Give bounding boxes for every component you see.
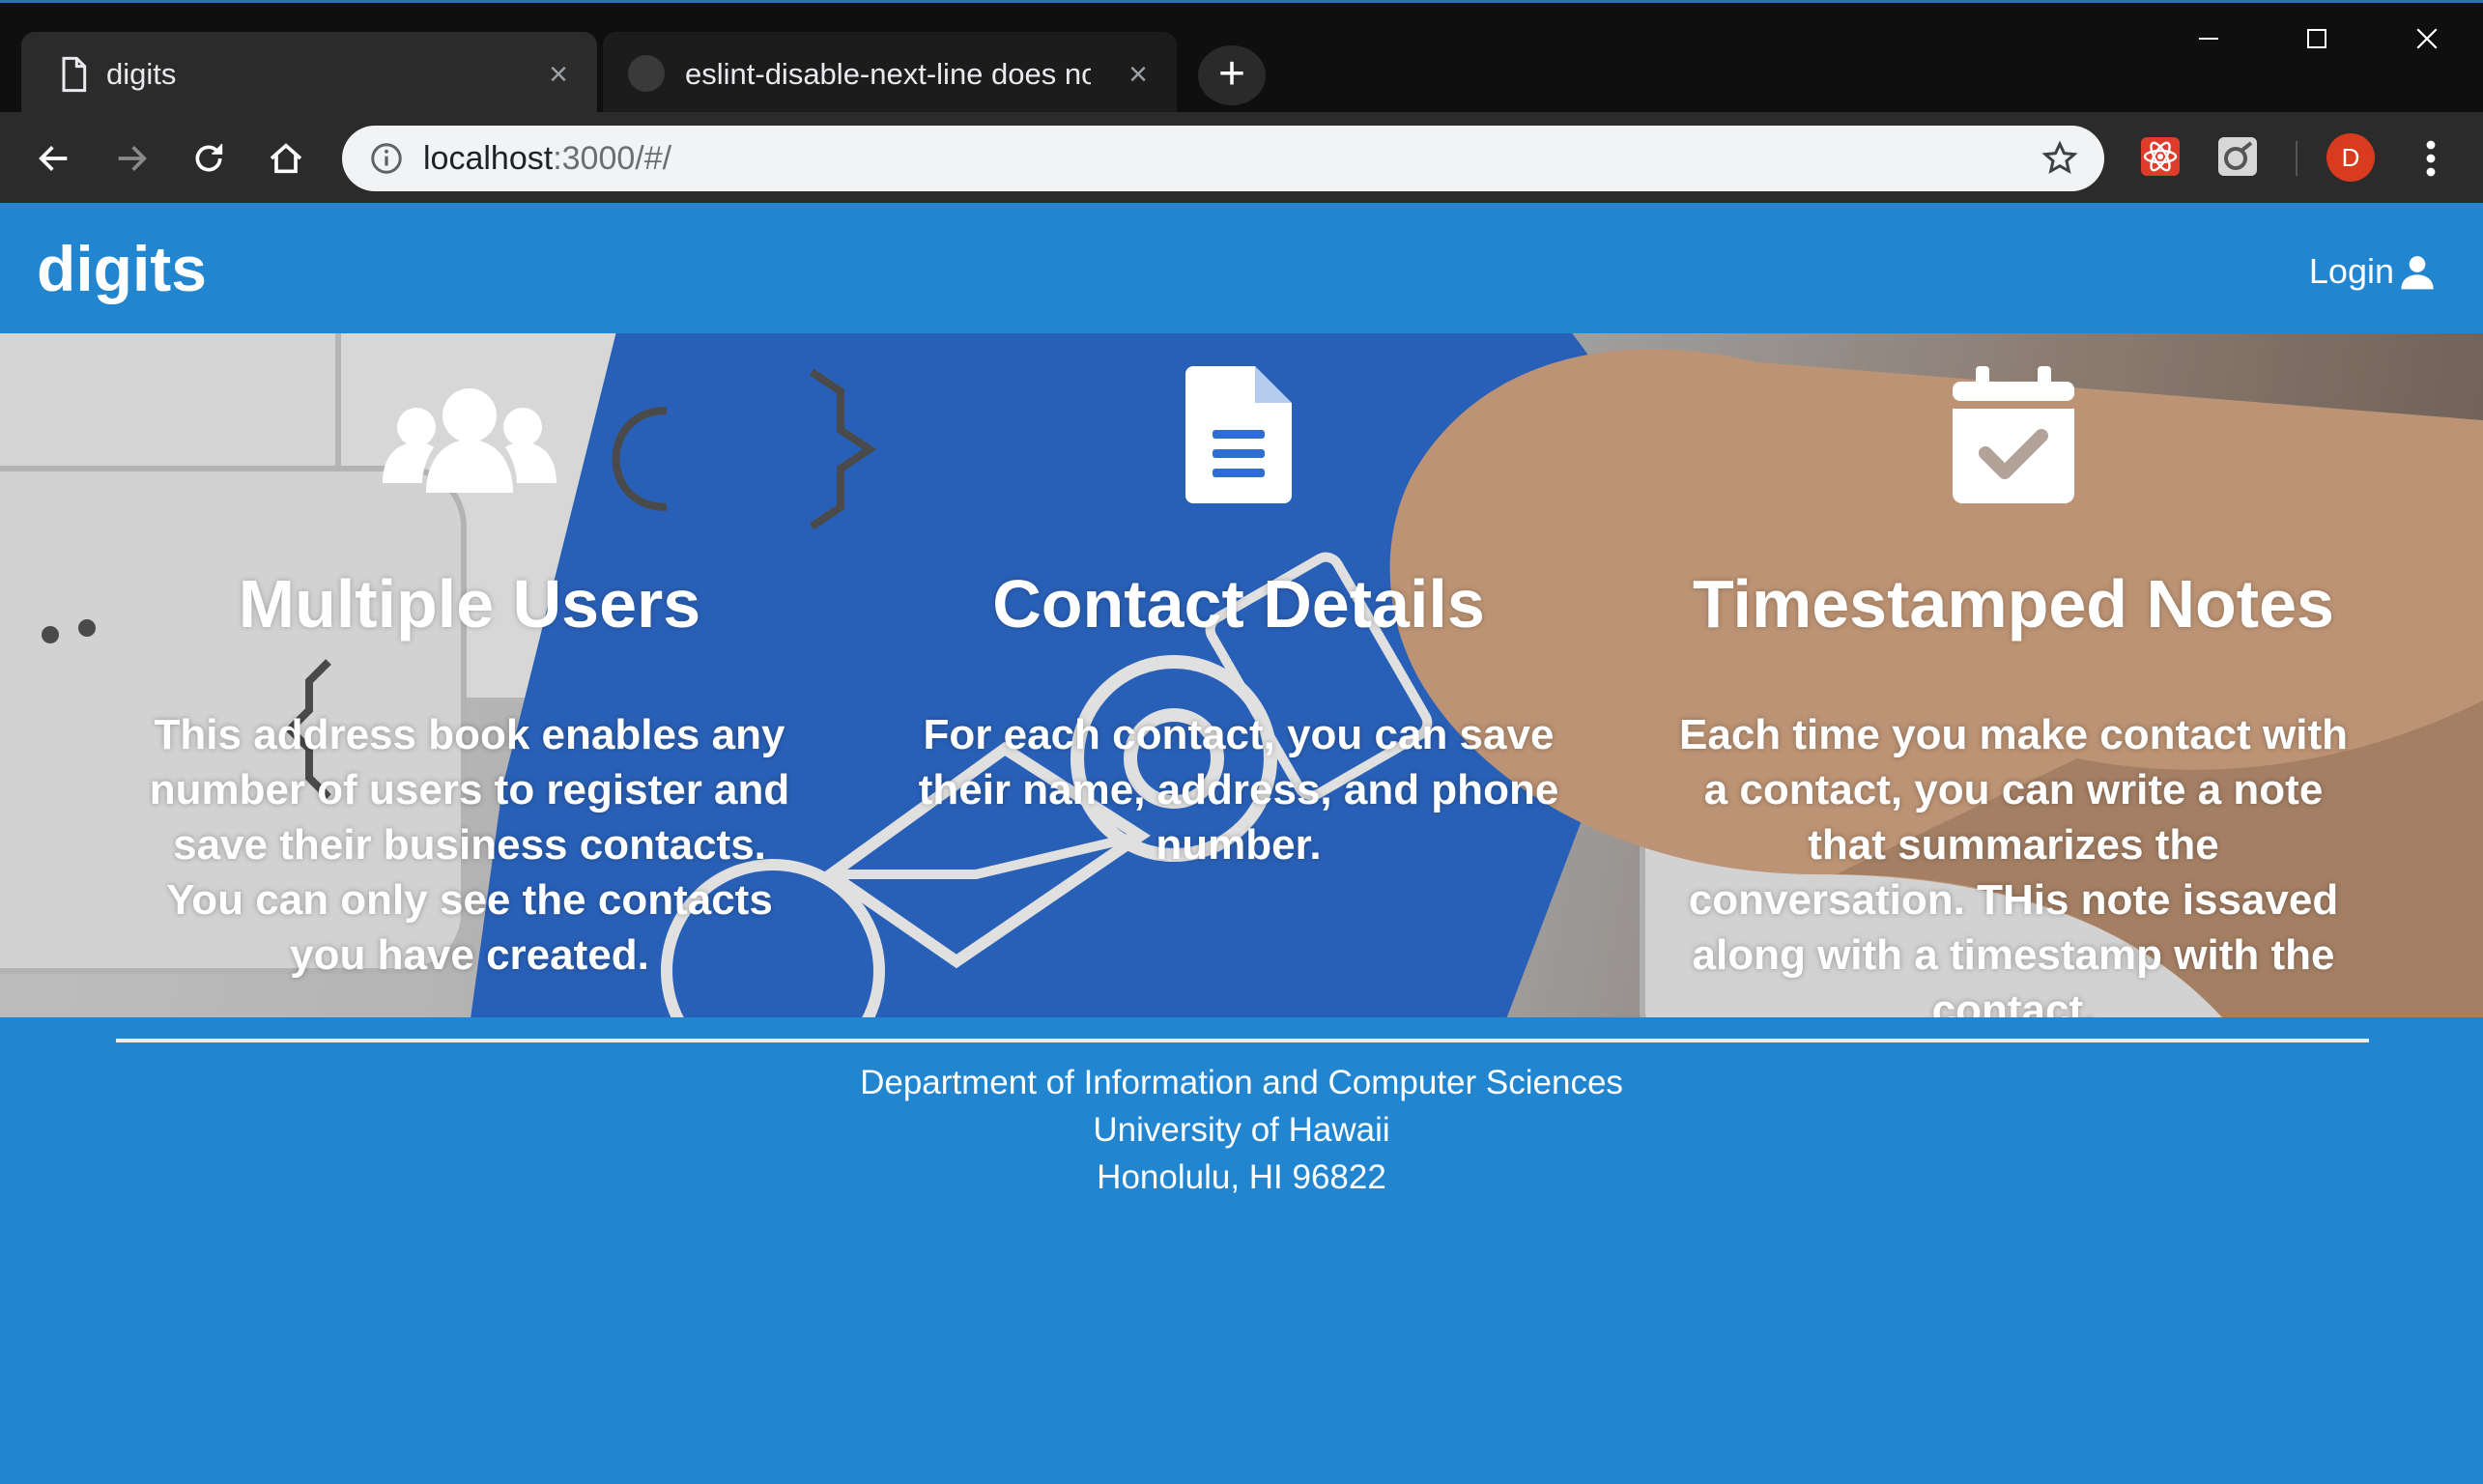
star-icon[interactable] bbox=[2041, 139, 2079, 178]
users-icon bbox=[383, 388, 557, 493]
brand-logo[interactable]: digits bbox=[37, 232, 207, 305]
maximize-button[interactable] bbox=[2284, 3, 2350, 74]
landing-hero: Multiple Users This address book enables… bbox=[0, 333, 2483, 1017]
tab-title: eslint-disable-next-line does not bbox=[685, 57, 1091, 91]
feature-description: Each time you make contact with a contac… bbox=[1679, 711, 2348, 1017]
feature-contact-details: Contact Details For each contact, you ca… bbox=[871, 333, 1606, 1017]
feature-title: Timestamped Notes bbox=[1693, 566, 2334, 642]
tab-eslint[interactable]: eslint-disable-next-line does not × bbox=[603, 32, 1177, 115]
footer-address: Honolulu, HI 96822 bbox=[1097, 1158, 1386, 1196]
page-footer: Department of Information and Computer S… bbox=[0, 1017, 2483, 1484]
close-tab-icon[interactable]: × bbox=[541, 57, 576, 92]
arrow-right-icon bbox=[118, 146, 147, 171]
extension-button[interactable] bbox=[2214, 133, 2261, 180]
login-label: Login bbox=[2308, 251, 2394, 291]
maximize-icon bbox=[2307, 29, 2326, 48]
profile-avatar[interactable]: D bbox=[2326, 133, 2375, 182]
react-icon bbox=[2141, 137, 2180, 176]
github-icon bbox=[628, 55, 665, 92]
info-icon[interactable] bbox=[369, 141, 404, 176]
reload-button[interactable] bbox=[184, 133, 234, 184]
feature-title: Contact Details bbox=[992, 566, 1485, 642]
close-icon bbox=[2416, 28, 2438, 49]
react-devtools-extension[interactable] bbox=[2137, 133, 2183, 180]
back-button[interactable] bbox=[29, 133, 79, 184]
footer-university: University of Hawaii bbox=[1093, 1111, 1390, 1149]
feature-description: For each contact, you can save their nam… bbox=[918, 711, 1559, 869]
footer-department: Department of Information and Computer S… bbox=[860, 1064, 1623, 1101]
home-icon bbox=[270, 143, 302, 174]
file-text-icon bbox=[1185, 366, 1292, 503]
minimize-button[interactable] bbox=[2176, 3, 2241, 74]
feature-multiple-users: Multiple Users This address book enables… bbox=[102, 333, 837, 1017]
close-window-button[interactable] bbox=[2394, 3, 2460, 74]
tab-digits[interactable]: digits × bbox=[21, 32, 597, 115]
tab-title: digits bbox=[106, 57, 177, 91]
forward-button[interactable] bbox=[106, 133, 157, 184]
user-icon bbox=[2401, 256, 2434, 290]
page-icon bbox=[62, 56, 87, 93]
address-bar[interactable]: localhost:3000/#/ bbox=[342, 126, 2104, 191]
home-button[interactable] bbox=[261, 133, 311, 184]
tab-strip: digits × eslint-disable-next-line does n… bbox=[0, 0, 2483, 115]
app-navbar: digits Login bbox=[0, 203, 2483, 333]
new-tab-button[interactable]: + bbox=[1198, 45, 1266, 105]
more-vertical-icon bbox=[2426, 140, 2436, 177]
feature-description: This address book enables any number of … bbox=[149, 711, 790, 979]
feature-title: Multiple Users bbox=[238, 566, 701, 642]
browser-toolbar: localhost:3000/#/ D bbox=[0, 112, 2483, 203]
arrow-left-icon bbox=[39, 146, 68, 171]
browser-chrome: digits × eslint-disable-next-line does n… bbox=[0, 0, 2483, 203]
calendar-check-icon bbox=[1953, 366, 2074, 503]
minimize-icon bbox=[2199, 38, 2218, 40]
footer-divider bbox=[116, 1039, 2369, 1042]
feature-timestamped-notes: Timestamped Notes Each time you make con… bbox=[1646, 333, 2381, 1017]
url-text: localhost:3000/#/ bbox=[423, 140, 672, 177]
login-menu[interactable]: Login bbox=[2309, 251, 2437, 292]
browser-menu-button[interactable] bbox=[2412, 133, 2450, 184]
close-tab-icon[interactable]: × bbox=[1121, 57, 1156, 92]
extension-icon bbox=[2218, 137, 2257, 176]
toolbar-separator bbox=[2296, 141, 2297, 176]
reload-icon bbox=[195, 144, 223, 172]
